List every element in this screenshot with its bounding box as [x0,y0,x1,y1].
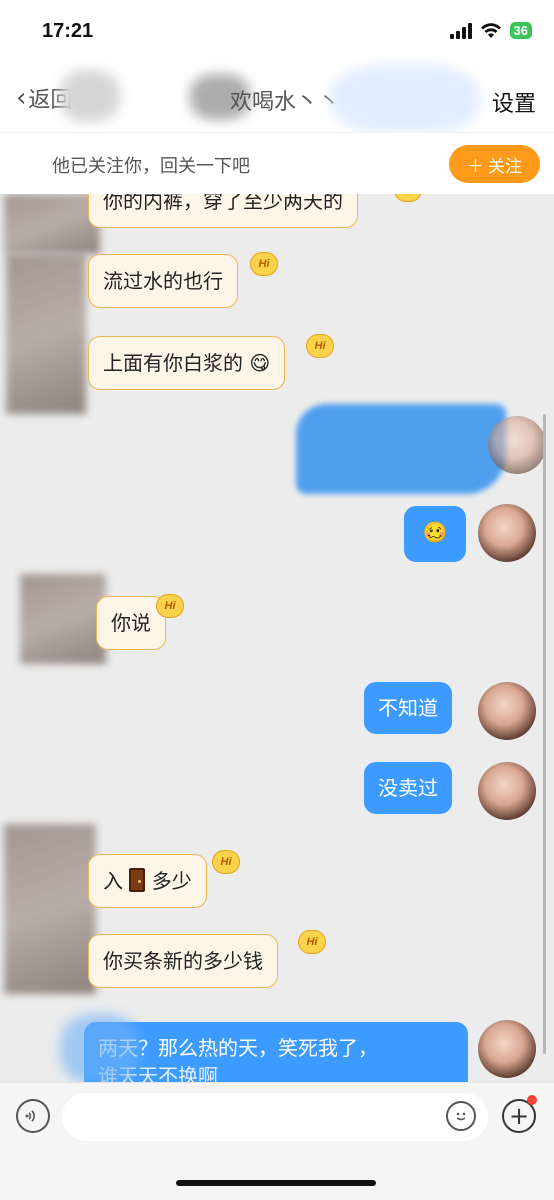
user-avatar[interactable] [478,762,536,820]
status-time: 17:21 [42,20,94,42]
emoji-icon[interactable] [446,1101,476,1131]
woozy-face-emoji: 🥴 [422,520,448,544]
hi-badge: Hi [156,594,184,618]
voice-icon[interactable] [16,1099,50,1133]
message-input[interactable] [62,1093,488,1141]
redacted-avatar [4,824,96,994]
message-bubble-incoming[interactable]: 你买条新的多少钱 [88,934,278,988]
message-bubble-incoming[interactable]: 上面有你白浆的 😋 [88,336,286,390]
battery-indicator: 36 [509,22,532,39]
message-bubble-incoming[interactable]: 流过水的也行 [88,254,238,308]
message-bubble-outgoing[interactable]: 不知道 [364,682,452,734]
message-text: 不知道 [378,696,438,720]
redaction-scribble [60,70,120,122]
message-bubble-incoming[interactable]: 入 多少 [88,854,207,908]
message-bubble-incoming[interactable]: 你的内裤，穿了至少两天的 [88,194,358,228]
chevron-left-icon: ‹ [16,83,27,113]
message-bubble-outgoing[interactable]: 两天？那么热的天，笑死我了， 谁天天不换啊 [84,1022,468,1082]
plus-icon: ＋ [467,156,484,177]
message-text: 流过水的也行 [103,269,223,293]
hi-badge: Hi [212,850,240,874]
redacted-avatar [6,254,86,414]
follow-prompt-bar: 他已关注你，回关一下吧 ＋ 关注 [0,132,554,194]
follow-button-label: 关注 [488,156,522,177]
message-text: 谁天天不换啊 [98,1064,218,1082]
follow-prompt-text: 他已关注你，回关一下吧 [52,156,250,177]
message-bubble-outgoing[interactable]: 🥴 [404,506,466,562]
scrollbar[interactable] [543,414,546,1054]
hi-badge: Hi [394,194,422,202]
message-text: 上面有你白浆的 [103,351,243,375]
message-text: 你买条新的多少钱 [103,949,263,973]
message-text: 你的内裤，穿了至少两天的 [103,194,343,213]
user-avatar[interactable] [478,682,536,740]
home-indicator [176,1180,376,1186]
user-avatar[interactable] [478,1020,536,1078]
nav-bar: ‹ 返回 欢喝水丶丶 设置 [0,64,554,134]
redacted-avatar [4,194,100,254]
message-text: 入 [103,869,123,893]
signal-icon [449,22,472,39]
user-avatar[interactable] [488,416,546,474]
follow-button[interactable]: ＋ 关注 [449,145,540,183]
wifi-icon [480,22,501,38]
redaction-scribble [60,1014,140,1082]
page-title: 欢喝水丶丶 [230,90,341,115]
status-icons: 36 [449,22,532,39]
message-text: 两天？那么热的天，笑死我了， [98,1036,378,1060]
hi-badge: Hi [298,930,326,954]
tongue-out-emoji: 😋 [249,351,271,375]
message-text: 没卖过 [378,776,438,800]
hi-badge: Hi [306,334,334,358]
settings-button[interactable]: 设置 [492,86,536,118]
message-bubble-outgoing[interactable]: 没卖过 [364,762,452,814]
redacted-avatar [20,574,106,664]
redaction-scribble [330,64,480,134]
notification-dot [527,1095,537,1105]
hi-badge: Hi [250,252,278,276]
user-avatar[interactable] [478,504,536,562]
door-icon [129,868,146,892]
status-bar: 17:21 36 [0,0,554,64]
chat-area[interactable]: 你的内裤，穿了至少两天的 Hi 流过水的也行 Hi 上面有你白浆的 😋 Hi 🥴… [0,194,554,1082]
message-text: 你说 [111,611,151,635]
message-text: 多少 [151,869,192,893]
redacted-message [296,404,506,494]
